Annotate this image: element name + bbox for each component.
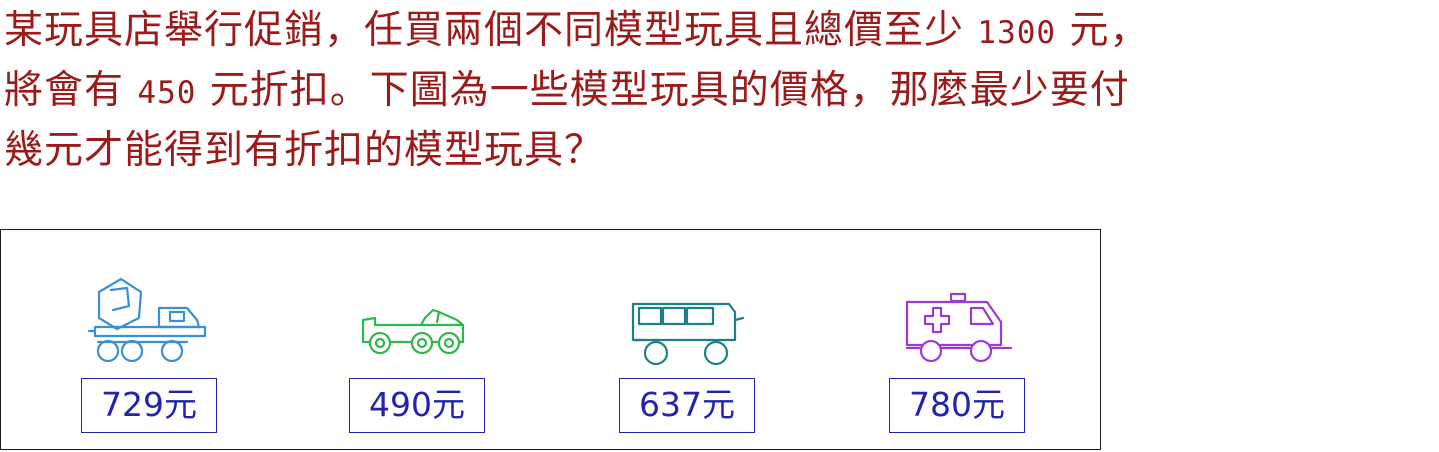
question-line-1: 某玩具店舉行促銷，任買兩個不同模型玩具且總價至少 1300 元，: [4, 8, 1150, 53]
bus-icon: [631, 302, 745, 366]
cement-mixer-truck-icon: [87, 277, 207, 363]
price-label: 637元: [619, 378, 755, 433]
jeep-icon: [361, 308, 465, 355]
price-label: 490元: [349, 378, 485, 433]
toy-item-bus: 637元: [583, 230, 823, 451]
price-label: 780元: [889, 378, 1025, 433]
toy-item-jeep: 490元: [313, 230, 553, 451]
question-text: 某玩具店舉行促銷，任買兩個不同模型玩具且總價至少 1300 元， 將會有 450…: [4, 2, 1436, 180]
ambulance-icon: [905, 292, 1013, 363]
toy-price-panel: 729元 490元 637元 780元: [0, 229, 1101, 450]
question-line-2: 將會有 450 元折扣。下圖為一些模型玩具的價格，那麼最少要付: [4, 68, 1130, 113]
question-line-3: 幾元才能得到有折扣的模型玩具？: [4, 128, 605, 173]
toy-item-ambulance: 780元: [853, 230, 1093, 451]
price-label: 729元: [81, 378, 217, 433]
toy-item-mixer: 729元: [41, 230, 281, 451]
